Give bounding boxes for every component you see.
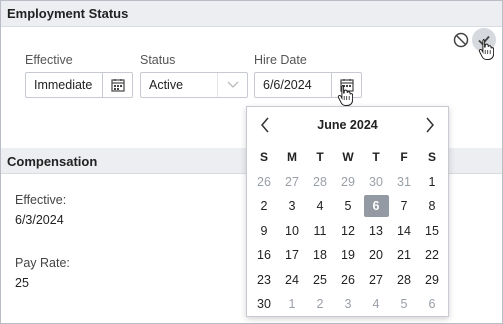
calendar-day[interactable]: 23 xyxy=(250,268,278,293)
calendar-day[interactable]: 26 xyxy=(334,268,362,293)
calendar-day[interactable]: 21 xyxy=(390,243,418,268)
calendar-day[interactable]: 5 xyxy=(390,292,418,317)
calendar-day[interactable]: 28 xyxy=(390,268,418,293)
calendar-day[interactable]: 15 xyxy=(418,219,446,244)
status-select[interactable]: Active xyxy=(140,72,248,98)
calendar-day[interactable]: 1 xyxy=(278,292,306,317)
weekday-label: T xyxy=(316,150,324,164)
weekday-label: S xyxy=(259,150,268,164)
hand-pointer-icon xyxy=(478,38,495,65)
datepicker-popup: June 2024 S M T W T F S 26 27 28 29 30 31 1 2 3 4 5 6 7 8 9 10… xyxy=(246,106,449,317)
chevron-right-icon xyxy=(426,117,434,133)
calendar-day[interactable]: 26 xyxy=(250,170,278,195)
calendar-day[interactable]: 18 xyxy=(306,243,334,268)
calendar-day[interactable]: 12 xyxy=(334,219,362,244)
calendar-day[interactable]: 4 xyxy=(362,292,390,317)
calendar-day[interactable]: 30 xyxy=(362,170,390,195)
calendar-day[interactable]: 25 xyxy=(306,268,334,293)
cancel-icon[interactable] xyxy=(450,29,472,51)
calendar-day[interactable]: 3 xyxy=(334,292,362,317)
calendar-day[interactable]: 7 xyxy=(390,194,418,219)
calendar-day[interactable]: 27 xyxy=(362,268,390,293)
calendar-day[interactable]: 17 xyxy=(278,243,306,268)
weekday-label: F xyxy=(400,150,408,164)
calendar-day[interactable]: 19 xyxy=(334,243,362,268)
calendar-day[interactable]: 3 xyxy=(278,194,306,219)
effective-date-field[interactable]: Immediate xyxy=(25,72,133,98)
employment-status-header: Employment Status xyxy=(1,1,502,27)
calendar-week-row: 16 17 18 19 20 21 22 xyxy=(250,243,446,268)
hire-date-label: Hire Date xyxy=(254,53,307,67)
calendar-day[interactable]: 31 xyxy=(390,170,418,195)
calendar-week-row: 23 24 25 26 27 28 29 xyxy=(250,268,446,293)
chevron-down-icon[interactable] xyxy=(217,73,247,97)
calendar-grid: S M T W T F S 26 27 28 29 30 31 1 2 3 4 5 6 7 8 9 10 11 12 13 14 15… xyxy=(250,145,446,317)
calendar-day[interactable]: 5 xyxy=(334,194,362,219)
calendar-day[interactable]: 8 xyxy=(418,194,446,219)
calendar-day[interactable]: 20 xyxy=(362,243,390,268)
calendar-day[interactable]: 29 xyxy=(418,268,446,293)
calendar-day[interactable]: 13 xyxy=(362,219,390,244)
weekday-label: S xyxy=(427,150,436,164)
calendar-day[interactable]: 9 xyxy=(250,219,278,244)
effective-label: Effective xyxy=(25,53,73,67)
calendar-icon[interactable] xyxy=(102,73,132,97)
calendar-day[interactable]: 28 xyxy=(306,170,334,195)
datepicker-month-label: June 2024 xyxy=(317,118,378,132)
comp-effective-label: Effective: xyxy=(15,193,67,207)
effective-date-value: Immediate xyxy=(34,78,93,92)
calendar-day[interactable]: 27 xyxy=(278,170,306,195)
calendar-day[interactable]: 1 xyxy=(418,170,446,195)
weekday-header-row: SMTWTFS xyxy=(250,145,446,170)
calendar-day[interactable]: 24 xyxy=(278,268,306,293)
calendar-day[interactable]: 30 xyxy=(250,292,278,317)
weekday-label: M xyxy=(287,150,297,164)
calendar-week-row: 30 1 2 3 4 5 6 xyxy=(250,292,446,317)
comp-effective-value: 6/3/2024 xyxy=(15,213,64,227)
calendar-day[interactable]: 11 xyxy=(306,219,334,244)
status-value: Active xyxy=(149,78,184,92)
pay-rate-label: Pay Rate: xyxy=(15,256,70,270)
calendar-day[interactable]: 10 xyxy=(278,219,306,244)
calendar-week-row: 26 27 28 29 30 31 1 xyxy=(250,170,446,195)
calendar-day[interactable]: 14 xyxy=(390,219,418,244)
calendar-day[interactable]: 29 xyxy=(334,170,362,195)
calendar-day[interactable]: 22 xyxy=(418,243,446,268)
status-label: Status xyxy=(140,53,176,67)
weekday-label: T xyxy=(372,150,380,164)
calendar-day[interactable]: 2 xyxy=(250,194,278,219)
next-month-button[interactable] xyxy=(422,115,438,135)
calendar-week-row: 2345678 xyxy=(250,194,446,219)
hire-date-value: 6/6/2024 xyxy=(263,78,312,92)
weekday-label: W xyxy=(342,150,354,164)
calendar-day[interactable]: 6 xyxy=(418,292,446,317)
calendar-week-row: 9 10 11 12 13 14 15 xyxy=(250,219,446,244)
pay-rate-value: 25 xyxy=(15,276,29,290)
calendar-day[interactable]: 4 xyxy=(306,194,334,219)
calendar-day[interactable]: 2 xyxy=(306,292,334,317)
calendar-day[interactable]: 16 xyxy=(250,243,278,268)
calendar-day-selected[interactable]: 6 xyxy=(362,194,390,219)
